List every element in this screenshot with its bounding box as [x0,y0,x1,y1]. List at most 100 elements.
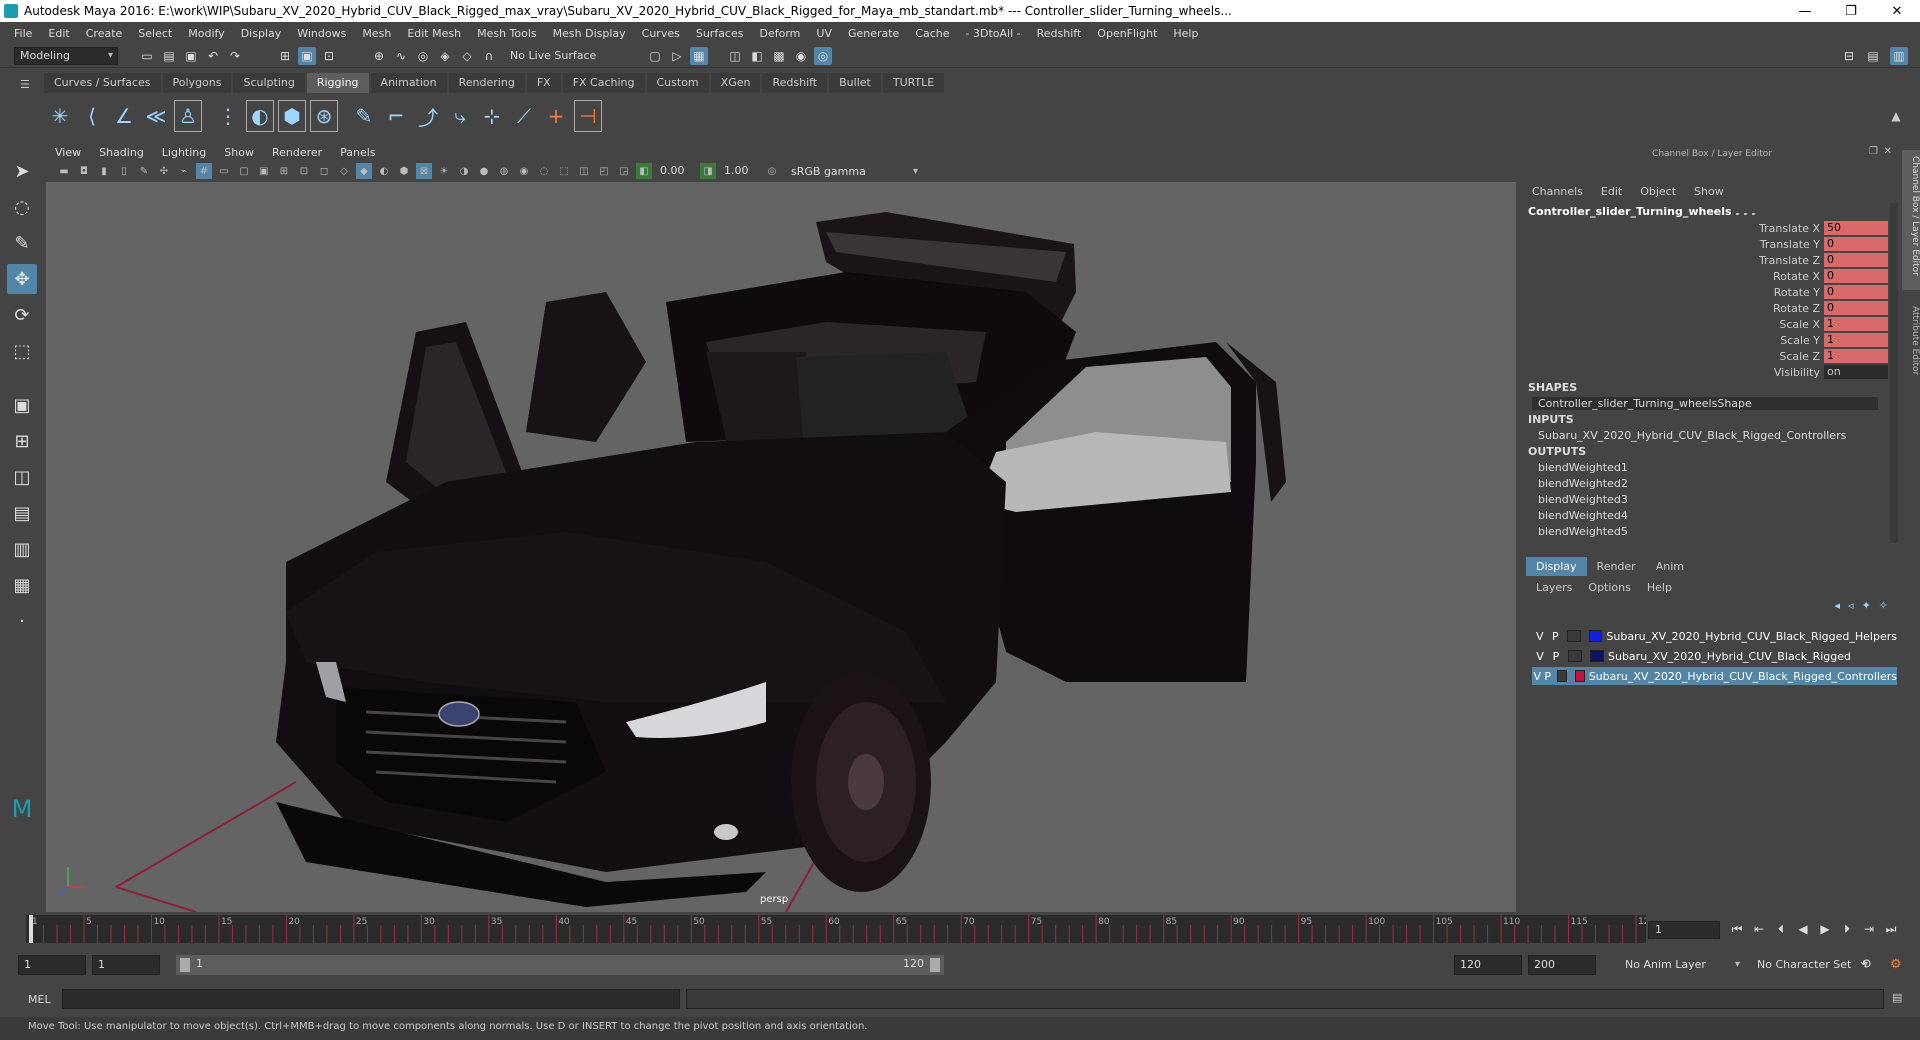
menu-generate[interactable]: Generate [848,27,899,40]
pole-vector-icon[interactable]: + [542,100,570,132]
channel-rotate-y[interactable]: Rotate Y0 [1700,284,1888,300]
render-settings-icon[interactable]: ▩ [770,47,788,65]
layer-row-selected[interactable]: V P Subaru_XV_2020_Hybrid_CUV_Black_Rigg… [1532,667,1897,685]
menu-redshift[interactable]: Redshift [1037,27,1082,40]
insert-joint-icon[interactable]: ⟨ [78,100,106,132]
snap-grid-icon[interactable]: ⊕ [370,47,388,65]
dof-icon[interactable]: ◌ [536,163,552,179]
channel-value[interactable]: 1 [1824,333,1888,347]
tab-render[interactable]: Render [1587,557,1646,576]
ssao-icon[interactable]: ● [476,163,492,179]
channel-value[interactable]: 0 [1824,301,1888,315]
save-scene-icon[interactable]: ▣ [182,47,200,65]
vp-menu-lighting[interactable]: Lighting [162,146,206,159]
minimize-button[interactable]: — [1782,0,1828,22]
joint-tool-icon[interactable]: ✳ [46,100,74,132]
open-scene-icon[interactable]: ▤ [160,47,178,65]
layer-row[interactable]: V P Subaru_XV_2020_Hybrid_CUV_Black_Rigg… [1532,627,1897,645]
snap-view-icon[interactable]: ◈ [436,47,454,65]
shape-node[interactable]: Controller_slider_Turning_wheelsShape [1532,397,1878,410]
tab-xgen[interactable]: XGen [710,73,761,93]
wireframe-on-shaded-icon[interactable]: ⬢ [396,163,412,179]
exposure-icon[interactable]: ◧ [636,163,652,179]
snap-surface-icon[interactable]: ◇ [458,47,476,65]
bind-skin-icon[interactable]: ⋮ [214,100,242,132]
step-back-key-icon[interactable]: ⇤ [1751,921,1767,937]
move-layer-down-icon[interactable]: ◃ [1848,599,1854,612]
shelf-scroll-icon[interactable]: ▲ [1882,100,1910,132]
safe-action-icon[interactable]: ⊡ [296,163,312,179]
float-panel-icon[interactable]: ❐ [1869,146,1878,157]
step-forward-frame-icon[interactable]: ⏵ [1839,921,1855,937]
safe-title-icon[interactable]: ◻ [316,163,332,179]
exposure-field[interactable]: 0.00 [654,163,698,179]
shelf-menu-icon[interactable]: ☰ [20,78,30,91]
gate-mask-icon[interactable]: ▣ [256,163,272,179]
menu-windows[interactable]: Windows [297,27,346,40]
close-panel-icon[interactable]: ✕ [1884,146,1892,157]
xray-components-icon[interactable]: ◲ [616,163,632,179]
use-default-material-icon[interactable]: ◐ [376,163,392,179]
2d-pan-icon[interactable]: ✣ [156,163,172,179]
field-chart-icon[interactable]: ⊞ [276,163,292,179]
ik-handle-icon[interactable]: ∠ [110,100,138,132]
layer-name[interactable]: Subaru_XV_2020_Hybrid_CUV_Black_Rigged_H… [1606,630,1897,643]
vp-menu-show[interactable]: Show [224,146,254,159]
menu-mesh[interactable]: Mesh [362,27,391,40]
channel-visibility[interactable]: Visibility on [1700,364,1888,380]
menu-edit-mesh[interactable]: Edit Mesh [407,27,461,40]
hypershade-icon[interactable]: ◉ [792,47,810,65]
layer-name[interactable]: Subaru_XV_2020_Hybrid_CUV_Black_Rigged_C… [1589,670,1897,683]
select-component-icon[interactable]: ⊡ [320,47,338,65]
step-back-frame-icon[interactable]: ⏴ [1773,921,1789,937]
layout-more-icon[interactable]: · [7,606,37,636]
visibility-toggle[interactable]: V [1532,650,1548,663]
input-ops-icon[interactable]: ▢ [646,47,664,65]
magnet-icon[interactable]: ∩ [480,47,498,65]
construction-history-icon[interactable]: ▦ [690,46,708,65]
camera-select-icon[interactable]: ▬ [56,163,72,179]
cb-menu-show[interactable]: Show [1694,185,1724,198]
persp-graph-icon[interactable]: ▥ [7,534,37,564]
menu-mesh-tools[interactable]: Mesh Tools [477,27,537,40]
render-current-icon[interactable]: ◫ [726,47,744,65]
mode-dropdown[interactable]: Modeling [14,46,118,65]
vp-menu-renderer[interactable]: Renderer [272,146,322,159]
vp-menu-view[interactable]: View [55,146,81,159]
color-space-dropdown[interactable]: sRGB gamma [786,162,922,180]
start-time-field[interactable]: 1 [18,955,86,975]
textured-icon[interactable]: ⊠ [416,163,432,179]
menu-file[interactable]: File [14,27,32,40]
menu-surfaces[interactable]: Surfaces [696,27,744,40]
step-forward-key-icon[interactable]: ⇥ [1861,921,1877,937]
layer-color-swatch[interactable] [1588,630,1603,642]
channel-rotate-x[interactable]: Rotate X0 [1700,268,1888,284]
go-to-start-icon[interactable]: ⏮ [1729,921,1745,937]
range-handle-start[interactable] [180,958,190,972]
playback-end-field[interactable]: 120 [1454,955,1522,975]
script-editor-icon[interactable]: ▤ [1892,991,1902,1004]
undo-icon[interactable]: ↶ [204,47,222,65]
menu-uv[interactable]: UV [816,27,832,40]
outliner-layout-icon[interactable]: ▦ [7,570,37,600]
ik-spline-icon[interactable]: ≪ [142,100,170,132]
mel-input[interactable] [62,989,680,1009]
channel-value[interactable]: 1 [1824,317,1888,331]
anim-prefs-icon[interactable]: ⚙ [1890,957,1902,972]
visibility-toggle[interactable]: V [1532,630,1548,643]
layer-menu-options[interactable]: Options [1588,581,1630,594]
layer-row[interactable]: V P Subaru_XV_2020_Hybrid_CUV_Black_Rigg… [1532,647,1897,665]
move-layer-up-icon[interactable]: ◂ [1835,599,1841,612]
gamma-field[interactable]: 1.00 [718,163,762,179]
layer-type[interactable] [1556,670,1567,682]
tab-rigging[interactable]: Rigging [306,73,369,93]
playback-toggle[interactable]: P [1548,630,1564,643]
close-button[interactable]: ✕ [1874,0,1920,22]
menu-deform[interactable]: Deform [759,27,800,40]
cb-menu-edit[interactable]: Edit [1601,185,1622,198]
anim-layer-dropdown[interactable]: No Anim Layer [1620,955,1744,973]
time-slider[interactable]: 1 5 10 15 20 25 30 35 40 45 50 55 60 65 70 75 80 85 90 95 10… [26,915,1655,943]
layer-type[interactable] [1568,650,1582,662]
grease-pencil-icon[interactable]: ✎ [136,163,152,179]
channel-value[interactable]: 0 [1824,237,1888,251]
